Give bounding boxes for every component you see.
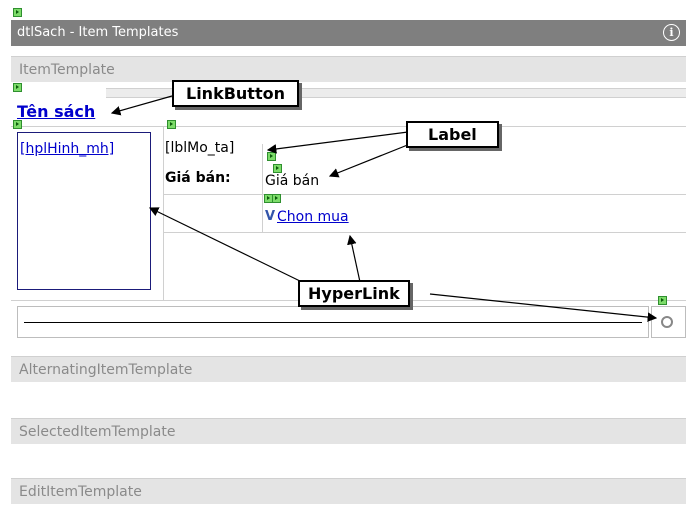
arrow-hyperlink-2 — [347, 234, 361, 283]
annotation-arrows — [110, 95, 658, 322]
arrow-linkbutton — [110, 95, 173, 116]
linkbutton-callout: LinkButton — [172, 80, 299, 107]
label-callout: Label — [406, 121, 499, 148]
arrow-label-1 — [266, 131, 409, 154]
hyperlink-callout: HyperLink — [298, 280, 410, 307]
arrow-hyperlink-1 — [148, 207, 303, 283]
arrow-label-2 — [328, 143, 411, 178]
arrow-hyperlink-3 — [429, 293, 658, 322]
